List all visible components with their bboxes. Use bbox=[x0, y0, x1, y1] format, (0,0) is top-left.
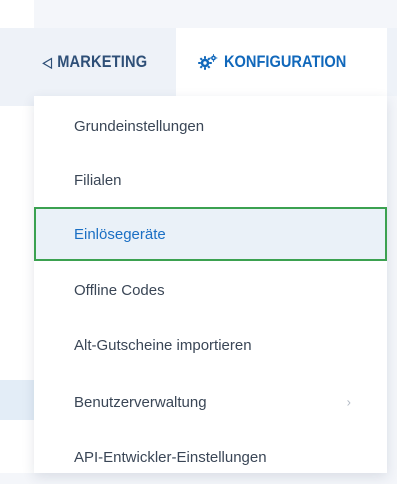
menu-item-label: Filialen bbox=[74, 171, 122, 189]
tab-konfiguration-label: KONFIGURATION bbox=[224, 52, 347, 71]
left-strip-content-bg bbox=[0, 380, 34, 420]
konfiguration-dropdown-menu: Grundeinstellungen Filialen Einlösegerät… bbox=[34, 96, 387, 473]
menu-item-label: API-Entwickler-Einstellungen bbox=[74, 448, 267, 466]
megaphone-icon: ◁ bbox=[42, 53, 53, 70]
menu-item-einloesegeraete[interactable]: Einlösegeräte bbox=[34, 207, 387, 261]
tab-konfiguration[interactable]: KONFIGURATION bbox=[176, 28, 387, 96]
left-strip-header-bg bbox=[0, 28, 34, 106]
left-page-strip bbox=[0, 0, 34, 473]
menu-item-label: Offline Codes bbox=[74, 281, 165, 299]
menu-item-alt-gutscheine-importieren[interactable]: Alt-Gutscheine importieren bbox=[34, 318, 387, 372]
menu-item-label: Einlösegeräte bbox=[74, 225, 166, 243]
menu-item-benutzerverwaltung[interactable]: Benutzerverwaltung › bbox=[34, 375, 387, 429]
tab-marketing-label: MARKETING bbox=[57, 52, 148, 71]
menu-item-label: Benutzerverwaltung bbox=[74, 393, 207, 411]
tab-marketing[interactable]: ◁ MARKETING bbox=[34, 28, 153, 96]
menu-item-label: Alt-Gutscheine importieren bbox=[74, 336, 252, 354]
menu-item-grundeinstellungen[interactable]: Grundeinstellungen bbox=[34, 99, 387, 153]
menu-item-label: Grundeinstellungen bbox=[74, 117, 205, 135]
gears-icon bbox=[198, 54, 218, 70]
menu-item-filialen[interactable]: Filialen bbox=[34, 153, 387, 207]
chevron-right-icon: › bbox=[346, 394, 351, 410]
menu-item-offline-codes[interactable]: Offline Codes bbox=[34, 263, 387, 317]
menu-item-api-entwickler-einstellungen[interactable]: API-Entwickler-Einstellungen bbox=[34, 430, 387, 484]
